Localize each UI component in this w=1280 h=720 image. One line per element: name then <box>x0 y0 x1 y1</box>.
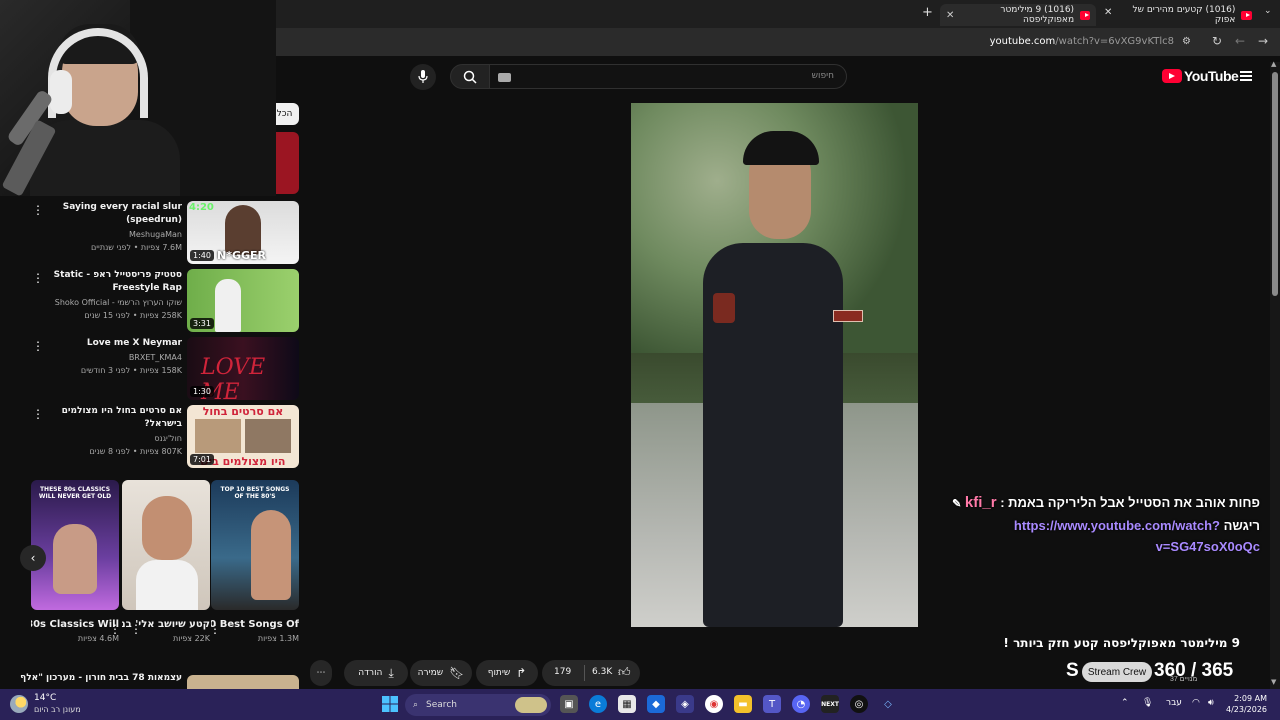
taskbar: 14°C מעונן רב היום ⌕ Search ▣ e ▦ ◆ ◈ ◉ … <box>0 689 1280 720</box>
teams-icon[interactable]: T <box>763 695 781 713</box>
weather-widget[interactable]: 14°C מעונן רב היום <box>10 693 81 715</box>
subscriber-goal-overlay: S Stream Crew 360 / 365 37 מנויים <box>1066 660 1234 683</box>
more-options-icon[interactable]: ⋮ <box>130 622 142 636</box>
recommendation-item[interactable]: עצמאות 78 בבית חורון - מערכון "אלף <box>20 673 299 689</box>
wifi-icon[interactable]: ◠ <box>1192 698 1200 708</box>
video-thumbnail[interactable]: 3:31 <box>187 269 299 332</box>
like-button[interactable]: 6.3K <box>592 667 612 677</box>
keyboard-icon[interactable] <box>498 73 511 82</box>
kick-icon[interactable]: NEXT <box>821 695 839 713</box>
video-thumbnail[interactable] <box>187 675 299 689</box>
download-button[interactable]: ⤓ הורדה <box>344 660 408 686</box>
short-thumbnail[interactable] <box>122 480 210 610</box>
voice-search-button[interactable] <box>410 64 436 90</box>
video-thumbnail[interactable]: 4:20 N*GGER 1:40 <box>187 201 299 264</box>
menu-icon[interactable] <box>1240 71 1252 81</box>
clock[interactable]: 2:09 AM 4/23/2026 <box>1226 693 1267 715</box>
youtube-logo[interactable]: YouTube <box>1162 68 1239 84</box>
video-thumbnail[interactable]: LOVE ME 1:30 <box>187 337 299 400</box>
share-icon: ↱ <box>516 666 527 680</box>
chrome-icon[interactable]: ◉ <box>705 695 723 713</box>
file-explorer-icon[interactable]: ▬ <box>734 695 752 713</box>
short-item[interactable]: TOP 10 BEST SONGS OF THE 80'S ⋮ Top 10 B… <box>209 480 299 646</box>
tab-epoch[interactable]: (1016) קטעים מהירים של אפוק <box>1118 4 1258 26</box>
reload-icon[interactable]: ↻ <box>1212 34 1222 48</box>
short-item[interactable]: ⋮ קטע שיושב אלי' במגירה 22K צפיות <box>122 480 210 646</box>
recommendation-item[interactable]: ⋮ אם סרטים בחול היו מצולמים בישראל? חול'… <box>28 405 299 468</box>
chevron-left-icon: ‹ <box>30 551 36 565</box>
share-button[interactable]: ↱ שיתוף <box>476 660 538 686</box>
screen: ⌄ (1016) קטעים מהירים של אפוק ✕ (1016) 9… <box>0 0 1280 720</box>
youtube-logo-icon <box>1162 69 1182 83</box>
tray-overflow-icon[interactable]: ⌃ <box>1121 698 1129 708</box>
edge-browser-icon[interactable]: e <box>589 695 607 713</box>
task-view-icon[interactable]: ▣ <box>560 695 578 713</box>
taskbar-search[interactable]: ⌕ Search <box>405 694 551 716</box>
bookmark-icon: 🔖︎ <box>449 666 465 680</box>
short-thumbnail[interactable]: THESE 80s CLASSICS WILL NEVER GET OLD <box>31 480 119 610</box>
chat-message: פחות אוהב את הסטייל אבל הליריקה באמת : k… <box>952 494 1260 554</box>
shorts-prev-button[interactable]: ‹ <box>20 545 46 571</box>
search-highlight-icon <box>515 697 547 713</box>
scrollbar-thumb[interactable] <box>1272 72 1278 296</box>
more-options-icon[interactable]: ⋮ <box>209 622 221 636</box>
back-arrow-icon[interactable]: → <box>1258 34 1268 48</box>
pencil-icon: ✎ <box>952 498 962 510</box>
copilot-icon[interactable]: ◆ <box>647 695 665 713</box>
store-icon[interactable]: ▦ <box>618 695 636 713</box>
forward-arrow-icon[interactable]: ← <box>1235 34 1245 48</box>
scroll-up-icon[interactable]: ▲ <box>1271 60 1276 68</box>
windows-start-icon[interactable] <box>381 695 399 713</box>
more-horizontal-icon: ⋯ <box>316 668 326 678</box>
m365-icon[interactable]: ◈ <box>676 695 694 713</box>
tab-search-icon[interactable]: ⌄ <box>1264 6 1272 16</box>
channel-name[interactable]: BRXET_KMA4 <box>42 351 182 364</box>
tab-close-icon[interactable]: ✕ <box>946 10 954 21</box>
obs-icon[interactable]: ◎ <box>850 695 868 713</box>
search-icon: ⌕ <box>413 700 419 710</box>
download-icon: ⤓ <box>388 665 394 680</box>
short-thumbnail[interactable]: TOP 10 BEST SONGS OF THE 80'S <box>211 480 299 610</box>
microphone-icon <box>410 64 436 90</box>
recommendation-item[interactable]: ⋮ Saying every racial slur (speedrun) Me… <box>28 201 299 264</box>
url-field[interactable]: youtube.com/watch?v=6vXG9vKTlc8 <box>990 36 1174 47</box>
volume-icon[interactable]: 🔊︎ <box>1208 698 1214 708</box>
weather-icon <box>10 695 28 713</box>
tab-9mm[interactable]: (1016) 9 מילימטר מאפוקליפסה ✕ <box>940 4 1096 26</box>
input-language[interactable]: עבר <box>1166 698 1182 708</box>
tab-close-icon[interactable]: ✕ <box>1104 7 1112 18</box>
search-input[interactable]: חיפוש <box>489 64 847 89</box>
shorts-shelf: THESE 80s CLASSICS WILL NEVER GET OLD ⋮ … <box>28 480 299 670</box>
app-icon[interactable]: ◇ <box>879 695 897 713</box>
video-thumbnail[interactable]: אם סרטים בחול היו מצולמים ביש 7:01 <box>187 405 299 468</box>
channel-name[interactable]: חול'יגנס <box>42 432 182 445</box>
video-player[interactable] <box>631 103 918 627</box>
channel-name[interactable]: שוקו הערוץ הרשמי - Shoko Official <box>42 296 182 309</box>
discord-icon[interactable]: ◔ <box>792 695 810 713</box>
video-title: 9 מילימטר מאפוקליפסה קטע חזק ביותר ! <box>1003 636 1240 650</box>
youtube-favicon-icon <box>1080 10 1090 20</box>
mic-tray-icon[interactable]: 🎙︎ <box>1142 698 1153 708</box>
video-thumbnail[interactable] <box>276 132 299 194</box>
new-tab-icon[interactable]: + <box>922 5 933 20</box>
more-actions-button[interactable]: ⋯ <box>310 660 332 686</box>
site-settings-icon[interactable]: ⚙ <box>1182 36 1191 47</box>
thumbs-up-icon[interactable]: 👍︎ <box>618 665 631 680</box>
search-icon <box>451 65 489 88</box>
scroll-down-icon[interactable]: ▼ <box>1271 678 1276 686</box>
channel-name[interactable]: MeshugaMan <box>42 228 182 241</box>
more-options-icon[interactable]: ⋮ <box>109 622 121 636</box>
youtube-favicon-icon <box>1241 10 1252 20</box>
dislike-button[interactable]: 179 <box>554 667 571 677</box>
search-button[interactable] <box>450 64 490 89</box>
recommendation-item[interactable]: ⋮ סטטיק פריסטייל ראפ - Static Freestyle … <box>28 269 299 332</box>
recommendation-item[interactable]: ⋮ Love me X Neymar BRXET_KMA4 158K צפיות… <box>28 337 299 400</box>
webcam-overlay <box>0 0 276 196</box>
save-button[interactable]: 🔖︎ שמירה <box>410 660 472 686</box>
like-dislike-group: 179 6.3K 👍︎ <box>542 660 640 686</box>
